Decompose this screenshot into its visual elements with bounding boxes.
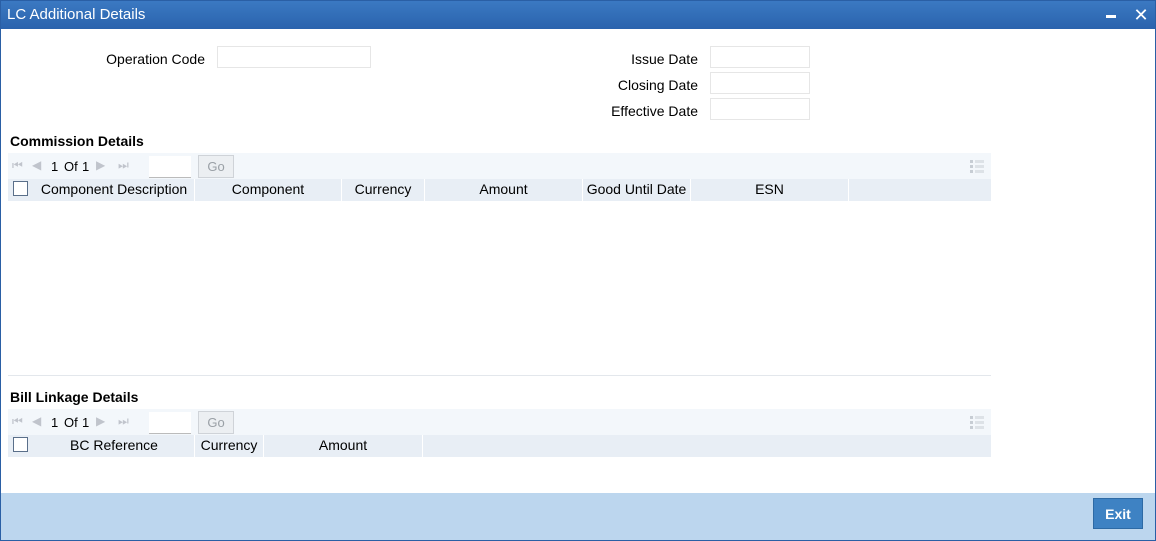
column-header[interactable]: Currency bbox=[342, 179, 425, 201]
minimize-button[interactable] bbox=[1101, 5, 1121, 25]
page-of-label: Of bbox=[64, 415, 78, 430]
footer-bar: Exit bbox=[1, 493, 1155, 540]
close-icon: ✕ bbox=[1133, 5, 1149, 25]
page-total: 1 bbox=[82, 415, 90, 430]
operation-code-input[interactable] bbox=[217, 46, 371, 68]
last-page-icon[interactable]: ⏭ bbox=[118, 158, 129, 173]
commission-grid-header: Component Description Component Currency… bbox=[8, 179, 991, 201]
column-header[interactable]: BC Reference bbox=[34, 435, 195, 457]
column-header[interactable]: ESN bbox=[691, 179, 849, 201]
bill-linkage-grid-header: BC Reference Currency Amount bbox=[8, 435, 991, 457]
page-number-input[interactable] bbox=[149, 412, 191, 434]
last-page-icon[interactable]: ⏭ bbox=[118, 414, 129, 429]
operation-code-label: Operation Code bbox=[106, 51, 205, 67]
page-current: 1 bbox=[51, 415, 59, 430]
column-menu-icon[interactable] bbox=[970, 416, 984, 429]
commission-details-title: Commission Details bbox=[10, 133, 144, 149]
page-total: 1 bbox=[82, 159, 90, 174]
previous-page-icon[interactable]: ◀ bbox=[32, 414, 41, 428]
title-bar: LC Additional Details ✕ bbox=[1, 1, 1155, 29]
column-header[interactable]: Amount bbox=[425, 179, 583, 201]
minimize-icon bbox=[1106, 15, 1116, 18]
window-title: LC Additional Details bbox=[7, 6, 146, 23]
first-page-icon[interactable]: ⏮ bbox=[12, 414, 23, 429]
go-button[interactable]: Go bbox=[198, 411, 234, 434]
closing-date-input[interactable] bbox=[710, 72, 810, 94]
close-button[interactable]: ✕ bbox=[1131, 5, 1151, 25]
closing-date-label: Closing Date bbox=[617, 77, 698, 93]
effective-date-input[interactable] bbox=[710, 98, 810, 120]
bill-linkage-grid-toolbar: ⏮ ◀ 1 Of 1 ▶ ⏭ Go bbox=[8, 409, 991, 435]
next-page-icon[interactable]: ▶ bbox=[96, 158, 105, 172]
page-of-label: Of bbox=[64, 159, 78, 174]
effective-date-label: Effective Date bbox=[611, 103, 698, 119]
go-button[interactable]: Go bbox=[198, 155, 234, 178]
column-header[interactable]: Good Until Date bbox=[583, 179, 691, 201]
select-all-checkbox[interactable] bbox=[13, 437, 28, 452]
column-menu-icon[interactable] bbox=[970, 160, 984, 173]
page-current: 1 bbox=[51, 159, 59, 174]
next-page-icon[interactable]: ▶ bbox=[96, 414, 105, 428]
previous-page-icon[interactable]: ◀ bbox=[32, 158, 41, 172]
bill-linkage-details-title: Bill Linkage Details bbox=[10, 389, 139, 405]
issue-date-input[interactable] bbox=[710, 46, 810, 68]
column-header[interactable]: Component bbox=[195, 179, 342, 201]
exit-button[interactable]: Exit bbox=[1093, 498, 1143, 529]
page-number-input[interactable] bbox=[149, 156, 191, 178]
first-page-icon[interactable]: ⏮ bbox=[12, 158, 23, 173]
issue-date-label: Issue Date bbox=[631, 51, 698, 67]
column-header[interactable]: Currency bbox=[195, 435, 264, 457]
commission-grid-body bbox=[8, 200, 991, 376]
commission-grid-toolbar: ⏮ ◀ 1 Of 1 ▶ ⏭ Go bbox=[8, 153, 991, 179]
column-header[interactable]: Amount bbox=[264, 435, 423, 457]
select-all-checkbox[interactable] bbox=[13, 181, 28, 196]
column-header[interactable]: Component Description bbox=[34, 179, 195, 201]
lc-additional-details-window: LC Additional Details ✕ Operation Code I… bbox=[0, 0, 1156, 541]
